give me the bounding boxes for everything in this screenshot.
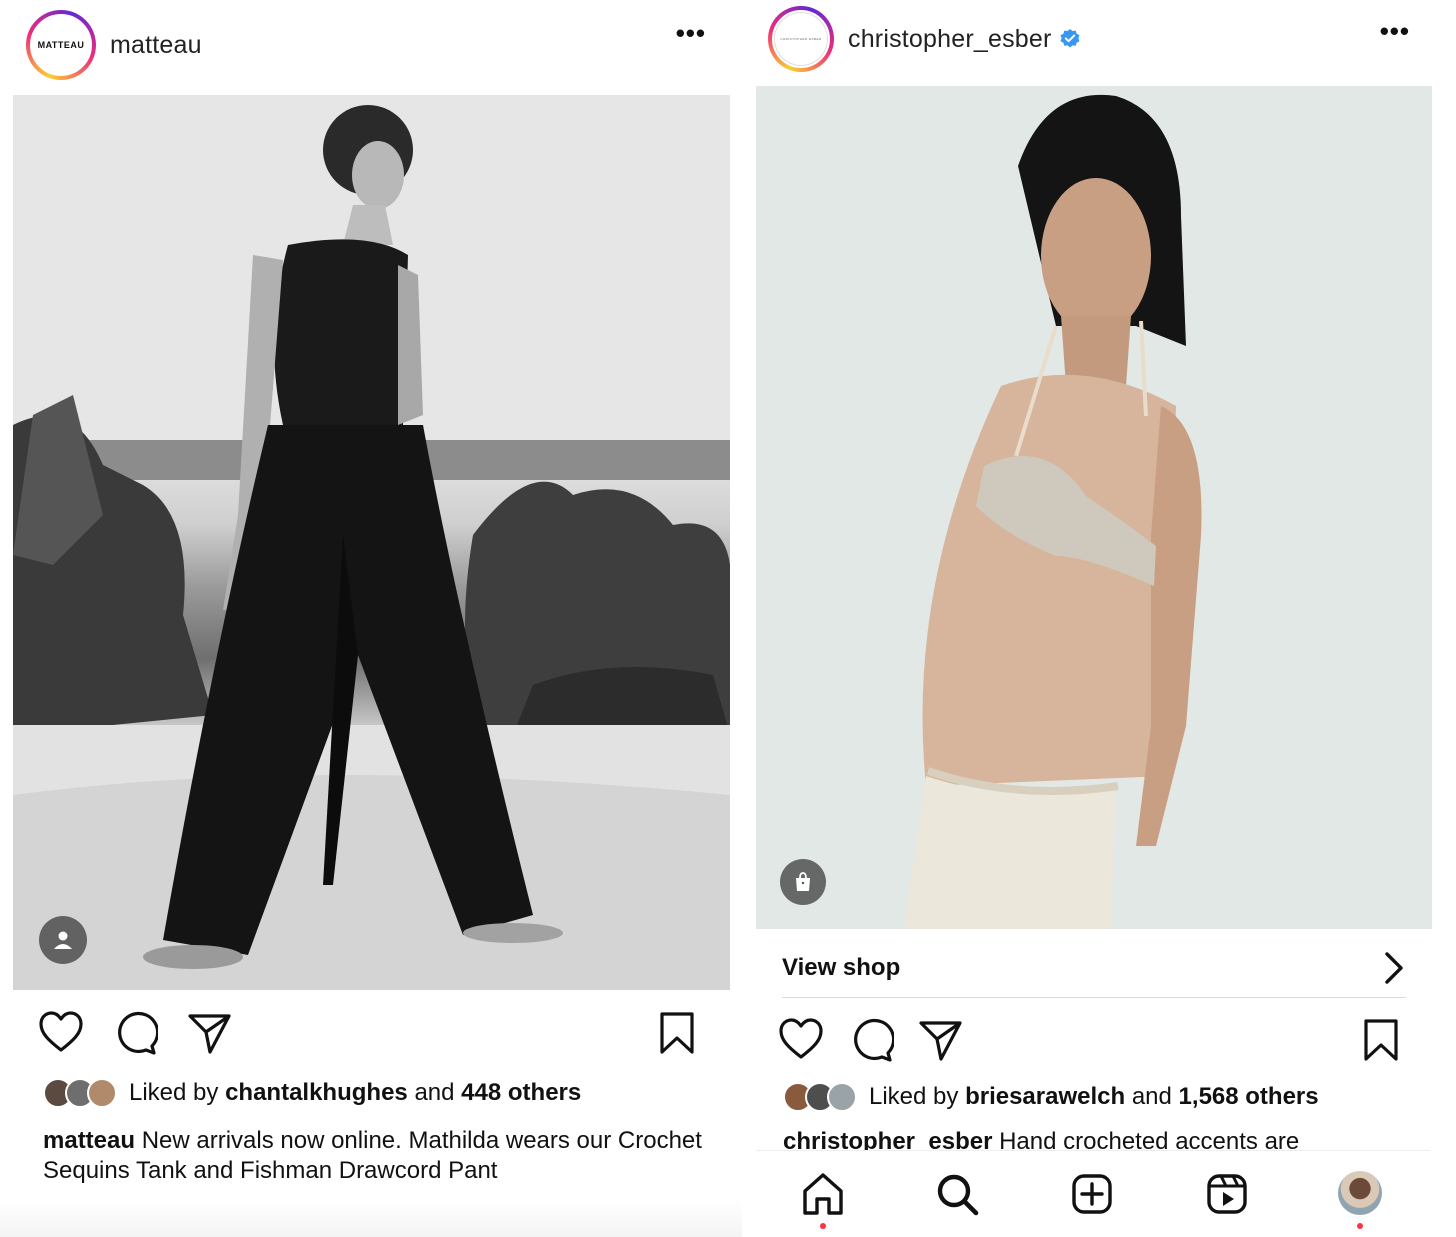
comment-icon[interactable] bbox=[112, 1010, 158, 1056]
home-icon[interactable] bbox=[800, 1171, 846, 1217]
avatar: CHRISTOPHER ESBER bbox=[772, 10, 830, 68]
story-ring-avatar[interactable]: MATTEAU bbox=[26, 10, 96, 80]
likes-prefix: Liked by bbox=[869, 1083, 966, 1110]
heart-icon[interactable] bbox=[38, 1010, 84, 1056]
liker-username[interactable]: chantalkhughes bbox=[225, 1079, 408, 1107]
person-icon bbox=[54, 931, 72, 949]
more-options-button[interactable]: ••• bbox=[1380, 16, 1410, 47]
more-options-button[interactable]: ••• bbox=[676, 18, 706, 49]
caption-username[interactable]: christopher_esber bbox=[783, 1128, 992, 1151]
likes-prefix: Liked by bbox=[129, 1079, 226, 1106]
likes-others-count[interactable]: 1,568 others bbox=[1179, 1083, 1319, 1111]
bottom-fade bbox=[0, 1200, 742, 1237]
avatar-logo-text: MATTEAU bbox=[37, 40, 85, 50]
username-link[interactable]: matteau bbox=[110, 31, 202, 60]
notification-dot bbox=[1357, 1223, 1363, 1229]
post-photo[interactable] bbox=[756, 86, 1432, 929]
likes-others-count[interactable]: 448 others bbox=[461, 1079, 581, 1107]
post-caption: matteau New arrivals now online. Mathild… bbox=[43, 1126, 703, 1186]
comment-icon[interactable] bbox=[848, 1017, 894, 1063]
liker-username[interactable]: briesarawelch bbox=[965, 1083, 1125, 1111]
post-header: MATTEAU matteau bbox=[0, 8, 742, 82]
avatar-logo-text: CHRISTOPHER ESBER bbox=[780, 37, 822, 41]
post-actions bbox=[0, 1010, 742, 1056]
tagged-people-button[interactable] bbox=[39, 916, 87, 964]
create-icon[interactable] bbox=[1069, 1171, 1115, 1217]
beach-model-illustration bbox=[13, 95, 730, 990]
post-photo[interactable] bbox=[13, 95, 730, 990]
liker-avatar bbox=[87, 1078, 117, 1108]
profile-avatar[interactable] bbox=[1338, 1171, 1382, 1215]
post-christopher-esber: CHRISTOPHER ESBER christopher_esber ••• bbox=[742, 0, 1456, 1237]
likes-and: and bbox=[1125, 1083, 1179, 1110]
post-caption: christopher_esber Hand crocheted accents… bbox=[783, 1127, 1423, 1151]
bottom-tab-bar bbox=[756, 1150, 1430, 1237]
likes-summary[interactable]: Liked by briesarawelch and 1,568 others bbox=[783, 1082, 1319, 1112]
view-shop-row[interactable]: View shop bbox=[782, 938, 1406, 998]
post-actions bbox=[742, 1017, 1456, 1063]
liker-avatar bbox=[827, 1082, 857, 1112]
caption-username[interactable]: matteau bbox=[43, 1127, 135, 1154]
bookmark-icon[interactable] bbox=[1358, 1017, 1404, 1063]
likes-summary[interactable]: Liked by chantalkhughes and 448 others bbox=[43, 1078, 581, 1108]
notification-dot bbox=[820, 1223, 826, 1229]
shop-tag-button[interactable] bbox=[780, 859, 826, 905]
share-icon[interactable] bbox=[186, 1010, 232, 1056]
chevron-right-icon bbox=[1385, 951, 1403, 984]
verified-badge-icon bbox=[1060, 29, 1080, 48]
shopping-bag-icon bbox=[796, 872, 810, 891]
share-icon[interactable] bbox=[917, 1017, 963, 1063]
liker-avatars bbox=[43, 1078, 117, 1108]
likes-and: and bbox=[407, 1079, 462, 1106]
heart-icon[interactable] bbox=[778, 1017, 824, 1063]
search-icon[interactable] bbox=[934, 1171, 980, 1217]
post-header: CHRISTOPHER ESBER christopher_esber bbox=[742, 4, 1456, 74]
reels-icon[interactable] bbox=[1204, 1171, 1250, 1217]
liker-avatars bbox=[783, 1082, 857, 1112]
avatar: MATTEAU bbox=[30, 14, 92, 76]
bookmark-icon[interactable] bbox=[654, 1010, 700, 1056]
post-matteau: MATTEAU matteau ••• Liked by chantalkhug… bbox=[0, 0, 742, 1237]
studio-model-illustration bbox=[756, 86, 1432, 929]
story-ring-avatar[interactable]: CHRISTOPHER ESBER bbox=[768, 6, 834, 72]
caption-text: Hand crocheted accents are bbox=[992, 1128, 1300, 1151]
username-link[interactable]: christopher_esber bbox=[848, 25, 1052, 54]
caption-text: New arrivals now online. Mathilda wears … bbox=[43, 1127, 702, 1184]
view-shop-label: View shop bbox=[782, 953, 901, 981]
